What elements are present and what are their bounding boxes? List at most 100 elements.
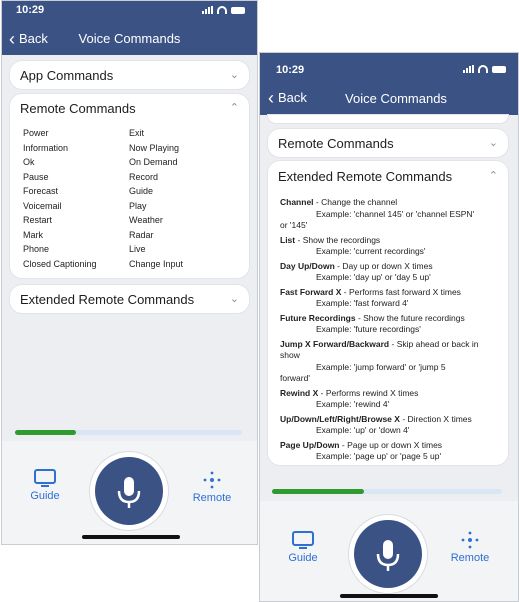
list-item: Mark — [23, 229, 43, 240]
list-item: Power — [23, 128, 49, 138]
list-item: Pause — [23, 171, 49, 182]
battery-icon — [492, 66, 506, 73]
command-example: Example: 'fast forward 4' — [316, 298, 409, 308]
command-example: Example: 'up' or 'down 4' — [316, 425, 410, 435]
guide-button[interactable]: Guide — [20, 469, 70, 502]
section-title: Extended Remote Commands — [20, 292, 195, 307]
page-title: Voice Commands — [345, 91, 447, 106]
command-desc: - Day up or down X times — [337, 260, 433, 271]
command-example: Example: 'page up' or 'page 5 up' — [316, 451, 442, 461]
command-desc: - Show the future recordings — [357, 312, 465, 323]
mic-button[interactable] — [95, 457, 163, 525]
remote-commands-section[interactable]: Remote Commands ⌄ — [268, 129, 508, 157]
command-name: Jump X Forward/Backward — [280, 338, 390, 349]
bottom-toolbar: Guide Remote — [260, 501, 518, 601]
command-example: Example: 'day up' or 'day 5 up' — [316, 272, 431, 282]
section-title: App Commands — [20, 68, 114, 83]
list-item: Page Up/Down - Page up or down X times E… — [280, 440, 500, 463]
wifi-icon — [478, 65, 488, 73]
section-title: Remote Commands — [278, 136, 394, 151]
mic-button[interactable] — [354, 520, 422, 588]
command-example: Example: 'rewind 4' — [316, 399, 390, 409]
command-name: Fast Forward X — [280, 286, 342, 297]
command-desc: - Change the channel — [315, 197, 398, 207]
command-example: Example: 'channel 145' or 'channel ESPN' — [316, 208, 475, 219]
remote-dpad-icon — [461, 531, 479, 549]
remote-label: Remote — [192, 492, 232, 504]
command-desc: - Performs rewind X times — [320, 387, 419, 398]
progress-fill — [15, 430, 77, 435]
page-title: Voice Commands — [78, 31, 181, 46]
command-example: Example: 'jump forward' or 'jump 5 — [316, 361, 446, 372]
remote-label: Remote — [450, 552, 490, 564]
list-item: Live — [129, 244, 146, 254]
command-name: List — [280, 234, 296, 245]
bottom-toolbar: Guide Remote — [2, 441, 257, 544]
command-example-cont: or '145' — [280, 220, 308, 230]
guide-button[interactable]: Guide — [278, 531, 328, 564]
command-desc: - Show the recordings — [297, 234, 381, 245]
section-title: Remote Commands — [20, 101, 136, 116]
command-example: Example: 'future recordings' — [316, 324, 421, 334]
extended-remote-commands-section: Extended Remote Commands ⌃ Channel - Cha… — [268, 161, 508, 465]
mic-button-ring — [90, 452, 168, 530]
command-name: Page Up/Down — [280, 439, 340, 450]
list-item: Weather — [129, 215, 163, 225]
command-list: Power Exit Information Now Playing Ok On… — [23, 127, 243, 271]
remote-dpad-icon — [203, 471, 221, 489]
list-item: Channel - Change the channel Example: 'c… — [280, 197, 500, 232]
app-commands-section[interactable]: App Commands ⌄ — [10, 61, 249, 89]
signal-icon — [463, 65, 474, 73]
signal-icon — [202, 6, 213, 14]
list-item: Radar — [129, 229, 154, 240]
list-item: Up/Down/Left/Right/Browse X - Direction … — [280, 414, 500, 437]
list-item: Jump X Forward/Backward - Skip ahead or … — [280, 339, 500, 385]
listening-progress — [272, 489, 502, 494]
listening-progress — [15, 430, 242, 435]
command-desc: - Page up or down X times — [341, 439, 443, 450]
mic-button-ring — [349, 515, 427, 593]
remote-button[interactable]: Remote — [445, 531, 495, 564]
command-name: Channel — [280, 197, 314, 207]
collapsed-section-edge — [268, 115, 508, 123]
list-item: Forecast — [23, 186, 59, 196]
list-item: Ok — [23, 157, 35, 167]
command-example-cont: forward' — [280, 373, 310, 383]
progress-fill — [272, 489, 364, 494]
home-indicator — [340, 594, 438, 598]
list-item: Record — [129, 171, 159, 182]
extended-remote-commands-section[interactable]: Extended Remote Commands ⌄ — [10, 285, 249, 313]
chevron-down-icon: ⌄ — [229, 69, 239, 81]
command-desc: - Performs fast forward X times — [343, 286, 461, 297]
nav-header: 10:29 ‹ Back Voice Commands — [260, 53, 518, 115]
list-item: Restart — [23, 215, 53, 225]
chevron-down-icon: ⌄ — [229, 293, 239, 305]
chevron-up-icon[interactable]: ⌃ — [230, 101, 239, 114]
wifi-icon — [217, 6, 227, 14]
status-time: 10:29 — [276, 64, 305, 76]
list-item: Information — [23, 142, 69, 153]
list-item: Rewind X - Performs rewind X times Examp… — [280, 388, 500, 411]
chevron-up-icon[interactable]: ⌃ — [489, 169, 498, 182]
command-name: Future Recordings — [280, 312, 356, 323]
microphone-icon — [376, 540, 400, 571]
command-name: Rewind X — [280, 387, 319, 398]
list-item: Guide — [129, 186, 154, 196]
list-item: List - Show the recordings Example: 'cur… — [280, 235, 500, 258]
status-time: 10:29 — [16, 4, 45, 16]
remote-button[interactable]: Remote — [187, 471, 237, 504]
section-title: Extended Remote Commands — [278, 169, 453, 184]
phone-screen-left: 10:29 ‹ Back Voice Commands App Commands… — [1, 0, 258, 545]
guide-label: Guide — [30, 490, 60, 502]
list-item: Fast Forward X - Performs fast forward X… — [280, 287, 500, 310]
list-item: Play — [129, 200, 147, 211]
command-desc: - Direction X times — [402, 413, 472, 424]
tv-icon — [34, 469, 56, 487]
command-name: Up/Down/Left/Right/Browse X — [280, 413, 400, 424]
nav-header: 10:29 ‹ Back Voice Commands — [2, 1, 257, 55]
list-item: Now Playing — [129, 142, 180, 153]
list-item: Day Up/Down - Day up or down X times Exa… — [280, 261, 500, 284]
extended-command-list: Channel - Change the channel Example: 'c… — [280, 197, 500, 466]
phone-screen-right: 10:29 ‹ Back Voice Commands Remote Comma… — [259, 52, 519, 602]
list-item: Voicemail — [23, 200, 62, 211]
